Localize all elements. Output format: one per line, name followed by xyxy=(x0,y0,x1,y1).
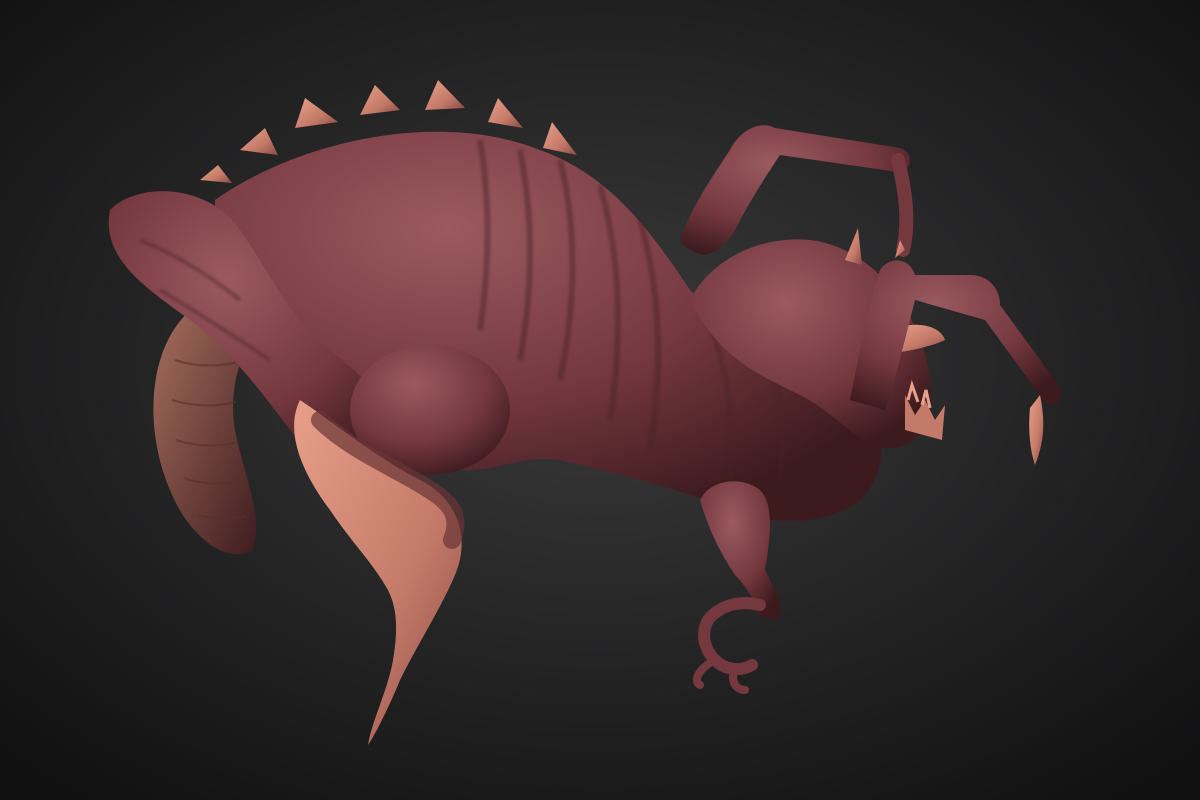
sculpt-viewport xyxy=(0,0,1200,800)
creature-render xyxy=(0,0,1200,800)
